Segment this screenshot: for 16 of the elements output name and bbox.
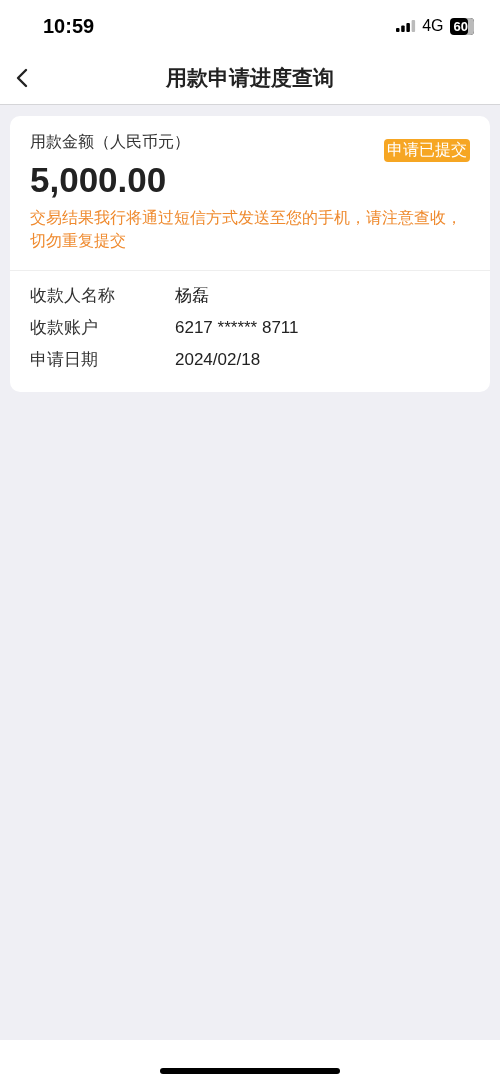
detail-label: 收款人名称 [30,285,116,307]
detail-value: 6217 ****** 8711 [175,317,299,339]
network-label: 4G [422,17,444,35]
notice-text: 交易结果我行将通过短信方式发送至您的手机，请注意查收，切勿重复提交 [30,208,463,251]
detail-value: 杨磊 [175,285,209,307]
amount-label: 用款金额（人民币元） [30,132,190,152]
back-button[interactable] [16,67,30,89]
signal-icon [396,20,417,32]
battery-icon: 60 [449,17,474,35]
status-time: 10:59 [43,14,95,38]
amount-value: 5,000.00 [30,159,168,201]
detail-label: 申请日期 [30,349,99,371]
page-title: 用款申请进度查询 [166,65,334,91]
detail-value: 2024/02/18 [175,349,261,371]
detail-label: 收款账户 [30,317,99,339]
status-badge: 申请已提交 [384,139,470,162]
